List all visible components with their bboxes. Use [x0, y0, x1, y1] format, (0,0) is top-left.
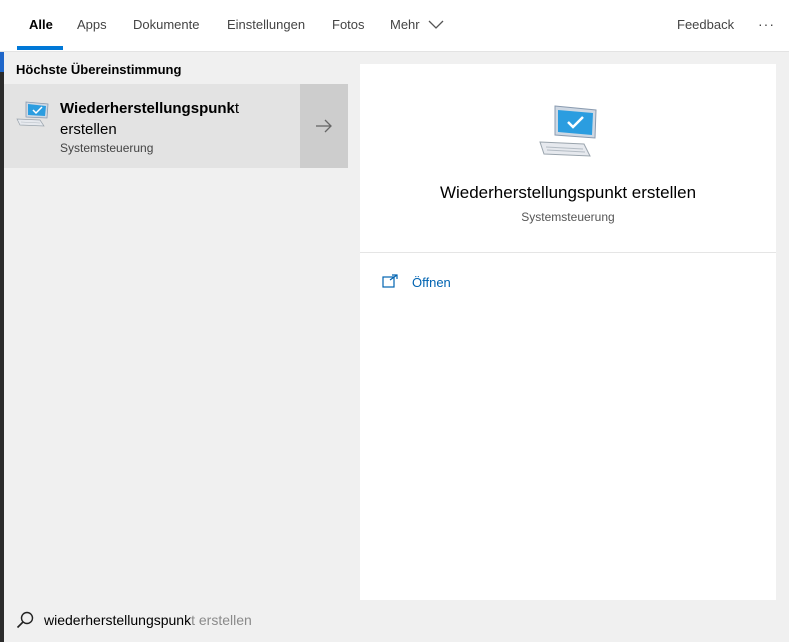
search-scope-tabs: Alle Apps Dokumente Einstellungen Fotos …	[0, 0, 789, 52]
search-query-text: wiederherstellungspunk	[44, 612, 192, 628]
tab-fotos[interactable]: Fotos	[332, 0, 365, 50]
tab-apps[interactable]: Apps	[77, 0, 107, 50]
preview-divider	[360, 252, 776, 253]
search-box[interactable]: wiederherstellungspunkt erstellen	[4, 600, 784, 642]
monitor-checkmark-icon	[16, 101, 49, 127]
open-action-label: Öffnen	[412, 275, 451, 290]
tab-mehr[interactable]: Mehr	[390, 0, 420, 50]
preview-title: Wiederherstellungspunkt erstellen	[439, 183, 697, 202]
preview-subtitle: Systemsteuerung	[521, 210, 615, 224]
monitor-checkmark-icon	[539, 105, 597, 157]
best-match-heading: Höchste Übereinstimmung	[16, 62, 182, 77]
open-window-icon	[382, 274, 398, 288]
best-match-title-tail: t	[234, 100, 240, 117]
chevron-down-icon[interactable]	[428, 20, 444, 30]
expand-preview-button[interactable]	[300, 84, 348, 168]
results-panel: Höchste Übereinstimmung Wiederherstellun…	[4, 52, 348, 600]
window-edge-right	[784, 52, 789, 642]
more-options-icon[interactable]: ···	[758, 0, 775, 48]
tab-dokumente[interactable]: Dokumente	[133, 0, 199, 50]
best-match-title-match: Wiederherstellungspunk	[60, 100, 235, 117]
search-autocomplete-suggestion: t erstellen	[191, 612, 252, 628]
preview-panel: Wiederherstellungspunkt erstellen System…	[360, 64, 776, 600]
search-input[interactable]: wiederherstellungspunkt erstellen	[44, 612, 252, 628]
feedback-button[interactable]: Feedback	[677, 0, 734, 50]
tab-einstellungen[interactable]: Einstellungen	[227, 0, 305, 50]
search-icon	[16, 611, 34, 629]
best-match-result[interactable]: Wiederherstellungspunkt erstellen System…	[4, 84, 300, 168]
best-match-title-line2: erstellen	[60, 121, 117, 138]
active-tab-indicator	[17, 46, 63, 50]
tab-alle[interactable]: Alle	[29, 0, 53, 50]
arrow-right-icon	[316, 119, 332, 133]
best-match-title: Wiederherstellungspunkt erstellen	[60, 98, 290, 140]
best-match-subtitle: Systemsteuerung	[60, 141, 154, 155]
